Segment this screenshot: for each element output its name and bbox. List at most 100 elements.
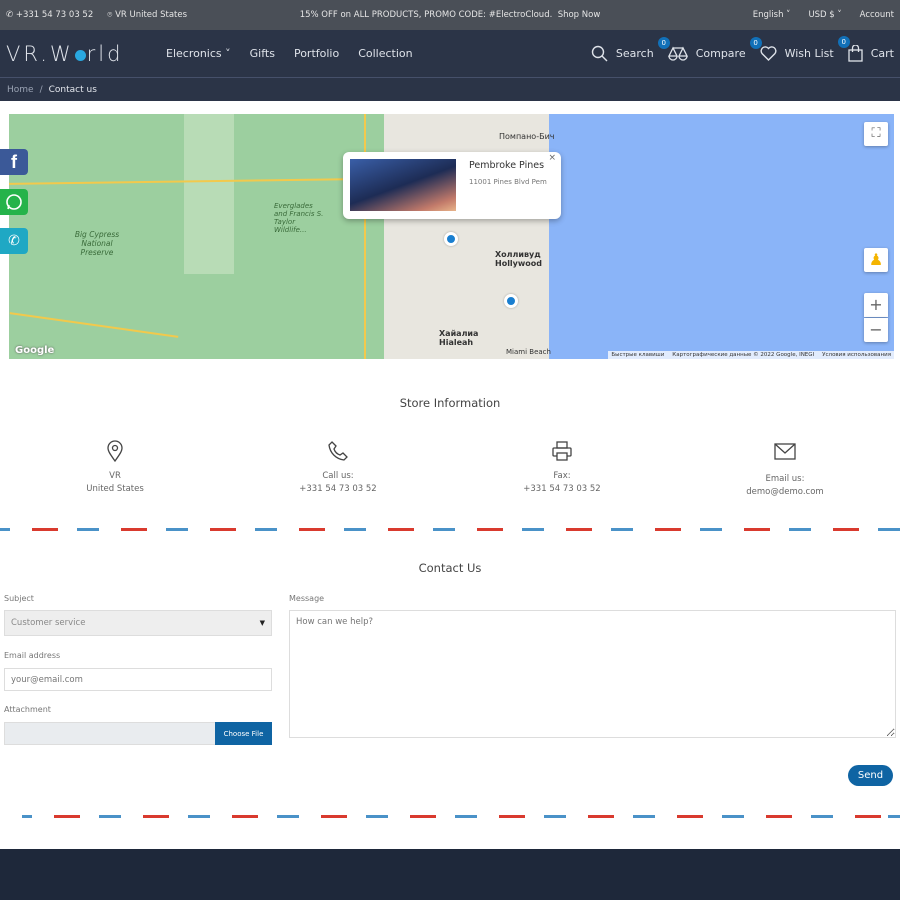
wishlist-label: Wish List <box>784 47 834 60</box>
info-line2: +331 54 73 03 52 <box>299 483 377 494</box>
logo[interactable]: VR.W rld <box>6 42 166 66</box>
map-label: Помпано-Бич <box>499 132 555 141</box>
info-line1: Email us: <box>765 474 805 484</box>
top-bar: ✆ +331 54 73 03 52 ⌾ VR United States 15… <box>0 0 900 30</box>
language-label: English <box>752 10 784 20</box>
breadcrumb-current: Contact us <box>48 84 97 95</box>
map-data-credit: Картографические данные © 2022 Google, I… <box>672 352 815 358</box>
message-textarea[interactable] <box>289 610 896 738</box>
breadcrumb: Home / Contact us <box>0 78 900 101</box>
store-info-phone: Call us: +331 54 73 03 52 <box>258 440 418 495</box>
wishlist-count-badge: 0 <box>749 37 762 49</box>
heart-icon <box>760 46 777 61</box>
info-line2[interactable]: demo@demo.com <box>705 486 865 499</box>
nav-gifts[interactable]: Gifts <box>250 47 275 60</box>
compare-count-badge: 0 <box>657 36 670 49</box>
location-pin-icon <box>107 440 123 462</box>
call-button[interactable]: ✆ <box>0 228 28 254</box>
search-label: Search <box>615 47 654 60</box>
map-info-window: Pembroke Pines 11001 Pines Blvd Pem × <box>343 152 561 219</box>
info-line1: VR <box>109 471 121 481</box>
store-image <box>350 159 456 211</box>
shopping-bag-icon <box>848 45 863 62</box>
zoom-in-button[interactable]: + <box>864 293 888 317</box>
subject-select[interactable]: Customer service ▼ <box>4 610 272 636</box>
main-header: VR.W rld Elecronics ˅ Gifts Portfolio Col… <box>0 30 900 78</box>
google-map[interactable]: Помпано-Бич Everglades and Francis S. Ta… <box>9 114 894 359</box>
divider <box>0 528 900 531</box>
email-label: Email address <box>4 651 61 660</box>
fullscreen-icon[interactable]: ⛶ <box>864 122 888 146</box>
store-info-title: Store Information <box>399 396 501 410</box>
cart-count-badge: 0 <box>837 36 850 48</box>
map-label: Everglades and Francis S. Taylor Wildlif… <box>274 202 324 234</box>
phone-icon <box>328 441 348 461</box>
zoom-out-button[interactable]: − <box>864 318 888 342</box>
subject-label: Subject <box>4 594 34 603</box>
info-line1: Call us: <box>322 471 354 481</box>
map-label: Хайалиа Hialeah <box>439 329 479 347</box>
printer-icon <box>552 441 572 461</box>
nav-collection[interactable]: Collection <box>358 47 412 60</box>
footer <box>0 849 900 900</box>
nav-label: Elecronics <box>166 47 222 60</box>
map-marker[interactable] <box>504 294 518 308</box>
account-link[interactable]: Account <box>860 10 894 20</box>
pegman-icon[interactable]: ♟ <box>864 248 888 272</box>
scales-icon <box>667 46 688 61</box>
store-info-location: VR United States <box>35 440 195 495</box>
search-button[interactable]: Search <box>591 45 654 62</box>
currency-label: USD $ <box>808 10 835 20</box>
attachment-input[interactable] <box>4 722 216 745</box>
envelope-icon <box>774 443 796 460</box>
main-nav: Elecronics ˅ Gifts Portfolio Collection <box>166 47 413 60</box>
map-label: Холливуд Hollywood <box>495 250 542 268</box>
breadcrumb-home[interactable]: Home <box>7 85 34 95</box>
currency-select[interactable]: USD $ ˅ <box>808 10 841 20</box>
divider <box>22 815 900 818</box>
attachment-label: Attachment <box>4 705 51 714</box>
google-logo: Google <box>15 345 55 356</box>
cart-label: Cart <box>870 47 894 60</box>
choose-file-button[interactable]: Choose File <box>215 722 272 745</box>
phone-callback-icon: ✆ <box>8 233 20 249</box>
nav-electronics[interactable]: Elecronics ˅ <box>166 47 231 60</box>
caret-down-icon: ▼ <box>259 619 265 627</box>
map-label: Big Cypress National Preserve <box>74 230 120 257</box>
topbar-location: ⌾ VR United States <box>107 10 188 20</box>
store-info-email: Email us: demo@demo.com <box>705 443 865 498</box>
close-icon[interactable]: × <box>548 153 556 163</box>
promo-text: 15% OFF on ALL PRODUCTS, PROMO CODE: #El… <box>299 10 553 20</box>
location-text: VR United States <box>115 10 188 20</box>
send-button[interactable]: Send <box>848 765 893 786</box>
wishlist-button[interactable]: 0 Wish List <box>749 37 834 61</box>
phone-text: +331 54 73 03 52 <box>15 10 94 20</box>
shop-now-link[interactable]: Shop Now <box>558 10 601 20</box>
info-line1: Fax: <box>553 471 571 481</box>
compare-label: Compare <box>695 47 746 60</box>
compare-button[interactable]: 0 Compare <box>657 36 746 62</box>
facebook-icon: f <box>11 151 17 172</box>
whatsapp-icon <box>6 194 22 210</box>
store-info-fax: Fax: +331 54 73 03 52 <box>482 440 642 495</box>
nav-portfolio[interactable]: Portfolio <box>294 47 339 60</box>
topbar-phone[interactable]: ✆ +331 54 73 03 52 <box>6 10 93 20</box>
map-label: Miami Beach <box>506 348 551 356</box>
email-input[interactable] <box>4 668 272 691</box>
info-line2: +331 54 73 03 52 <box>523 483 601 494</box>
cart-button[interactable]: 0 Cart <box>837 36 894 62</box>
facebook-share-button[interactable]: f <box>0 149 28 175</box>
popup-address: 11001 Pines Blvd Pem <box>469 178 547 186</box>
message-label: Message <box>289 594 325 603</box>
search-icon <box>591 45 608 62</box>
language-select[interactable]: English ˅ <box>753 10 791 20</box>
contact-title: Contact Us <box>418 561 482 575</box>
map-shortcuts-link[interactable]: Быстрые клавиши <box>611 352 664 358</box>
whatsapp-button[interactable] <box>0 189 28 215</box>
subject-value: Customer service <box>11 618 86 628</box>
popup-title: Pembroke Pines <box>469 160 545 171</box>
map-terms-link[interactable]: Условия использования <box>822 352 891 358</box>
map-marker[interactable] <box>444 232 458 246</box>
info-line2: United States <box>86 483 144 494</box>
map-footer: Быстрые клавиши Картографические данные … <box>608 351 894 359</box>
